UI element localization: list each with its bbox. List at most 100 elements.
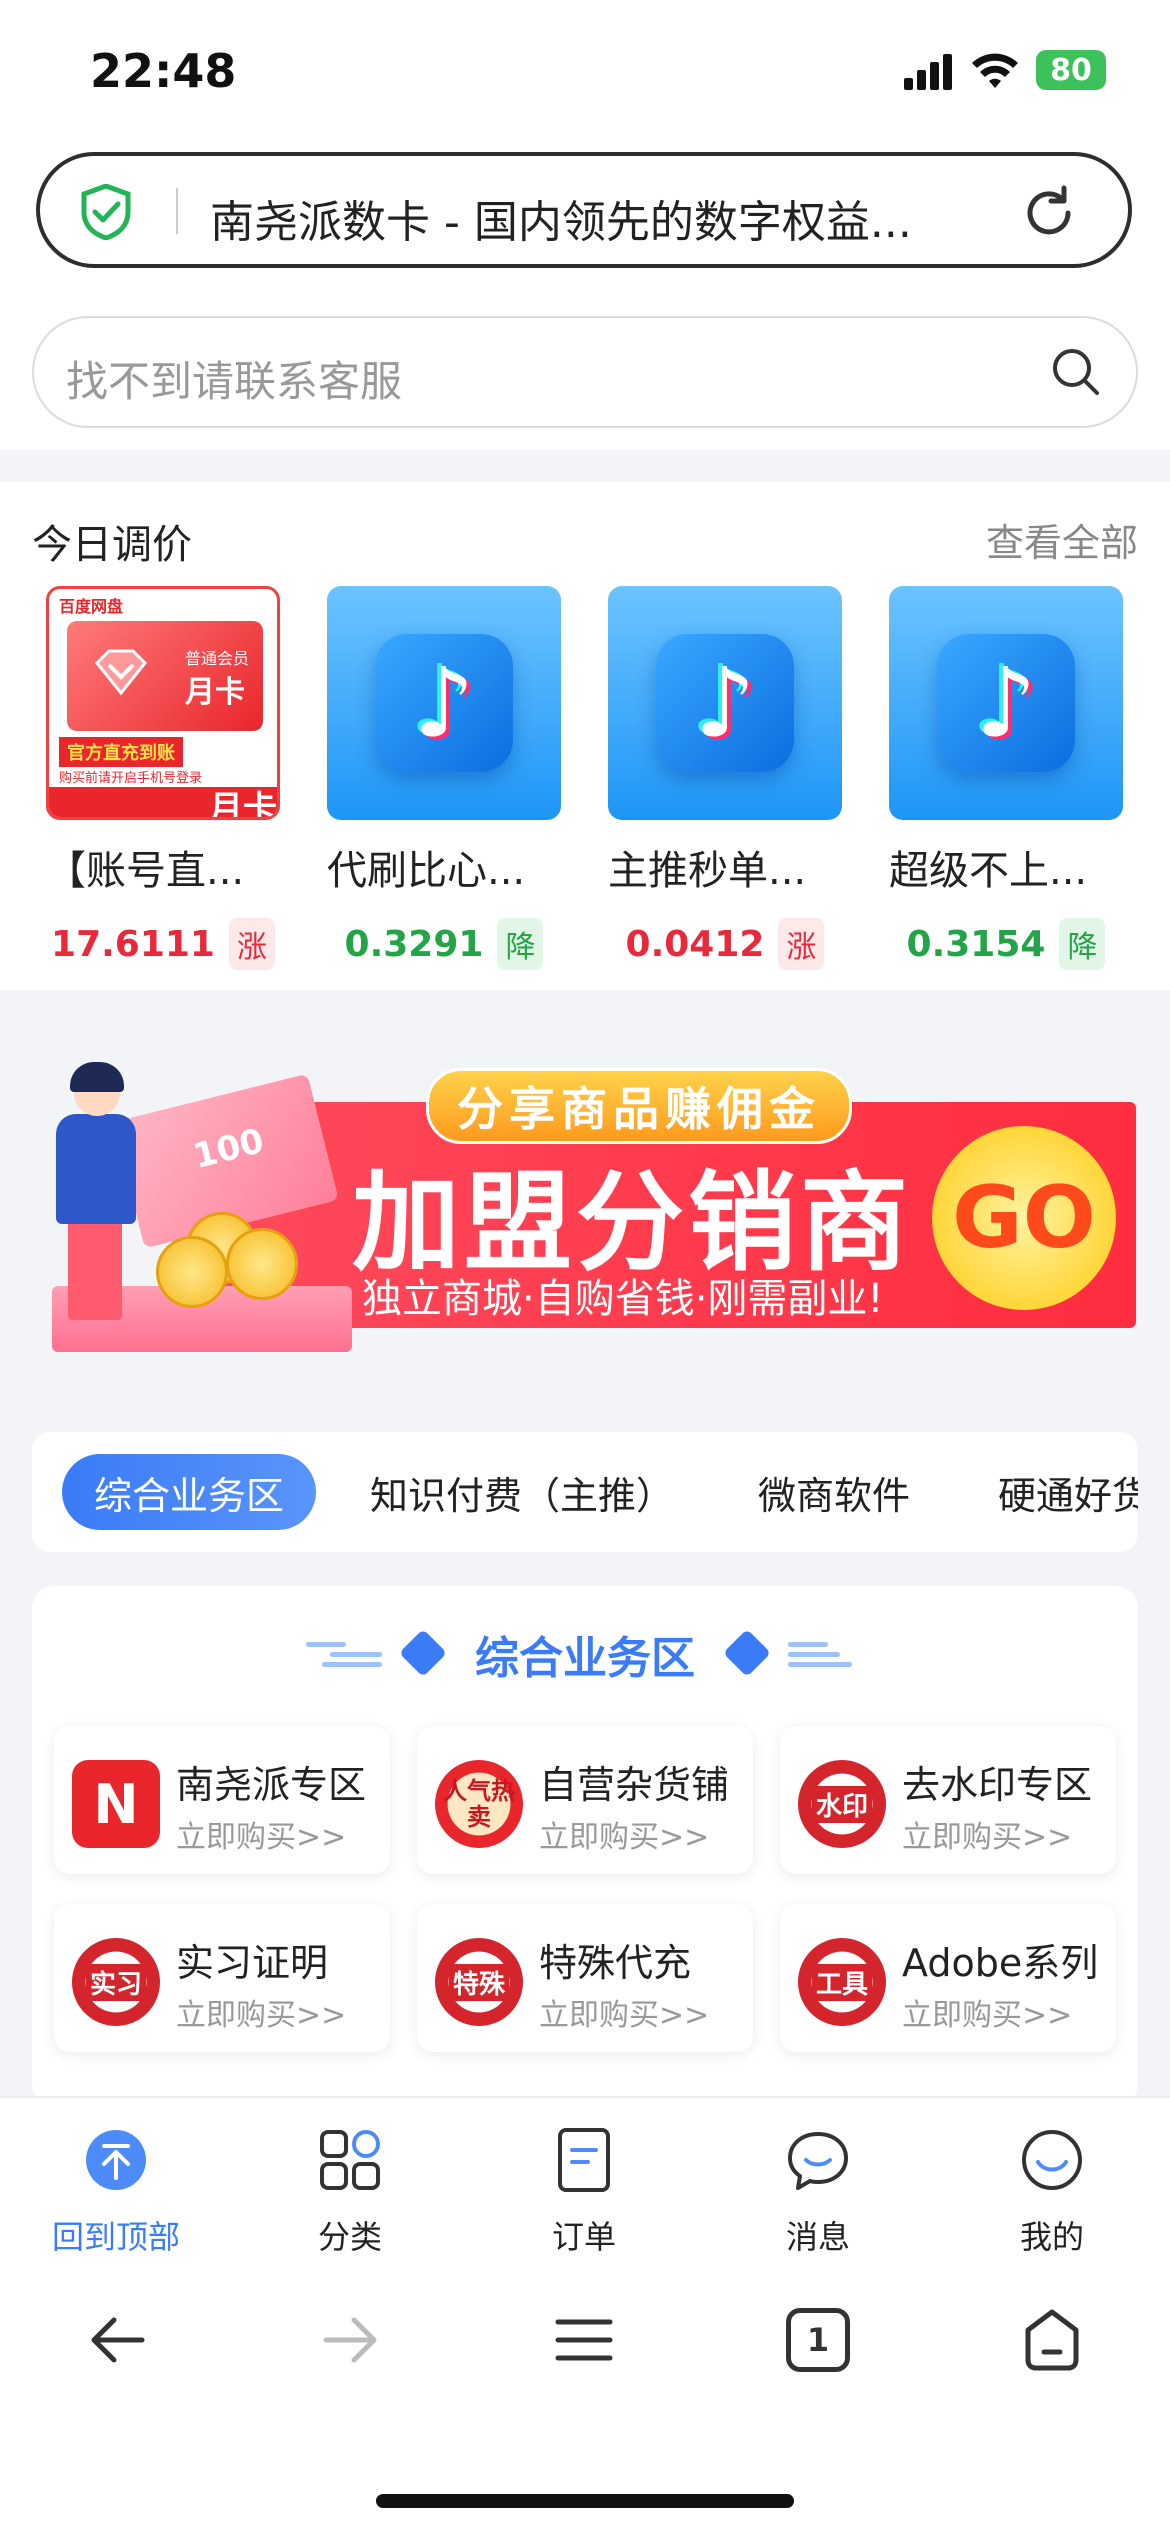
price-value: 0.0412 xyxy=(625,923,765,965)
trend-badge: 降 xyxy=(497,918,544,970)
section-title: 今日调价 xyxy=(32,522,192,568)
card-face: 普通会员 月卡 xyxy=(67,621,263,731)
services-panel: 综合业务区 N 南尧派专区 立即购买>> 人气热卖 自营杂货铺 立即购买>> 水… xyxy=(32,1586,1138,2106)
card-note: 购买前请开启手机号登录 xyxy=(59,771,203,786)
price-row: 0.3291 降 xyxy=(327,918,561,970)
member-label: 月卡 xyxy=(185,675,245,710)
tiktok-logo-icon: ♪ xyxy=(375,634,513,772)
nanyaopai-logo-icon: N xyxy=(72,1760,160,1848)
product-name: 主推秒单... xyxy=(608,848,807,894)
tab-knowledge[interactable]: 知识付费（主推） xyxy=(370,1432,674,1552)
service-name: 实习证明 xyxy=(176,1941,329,1985)
service-item[interactable]: N 南尧派专区 立即购买>> xyxy=(54,1726,390,1874)
coin-icon xyxy=(156,1236,228,1308)
product-image: ♪ xyxy=(327,586,561,820)
person-illustration xyxy=(56,1114,136,1224)
price-value: 17.6111 xyxy=(51,923,215,965)
back-arrow-icon[interactable] xyxy=(86,2308,150,2372)
price-value: 0.3154 xyxy=(906,923,1046,965)
ribbon: 官方直充到账 xyxy=(59,737,183,767)
nav-label: 回到顶部 xyxy=(51,2218,180,2256)
shield-check-icon xyxy=(81,184,131,240)
service-name: Adobe系列 xyxy=(902,1941,1099,1985)
tabs-count-button[interactable]: 1 xyxy=(786,2308,850,2372)
address-bar[interactable]: 南尧派数卡 - 国内领先的数字权益... xyxy=(36,152,1132,268)
buy-now-link[interactable]: 立即购买>> xyxy=(902,1990,1072,2034)
search-placeholder: 找不到请联系客服 xyxy=(66,357,403,406)
coin-icon xyxy=(226,1228,298,1300)
nav-orders[interactable]: 订单 xyxy=(484,2128,684,2258)
trend-badge: 涨 xyxy=(228,918,275,970)
nav-back-to-top[interactable]: 回到顶部 xyxy=(16,2128,216,2258)
forward-arrow-icon[interactable] xyxy=(318,2308,382,2372)
banner-subtitle: 独立商城·自购省钱·刚需副业! xyxy=(362,1276,884,1322)
badge-text: 实习 xyxy=(85,1963,146,2001)
watermark-badge-icon: 水印 xyxy=(798,1760,886,1848)
service-name: 自营杂货铺 xyxy=(539,1763,730,1807)
price-card[interactable]: ♪ 主推秒单... 0.0412 涨 xyxy=(608,586,842,970)
tools-badge-icon: 工具 xyxy=(798,1938,886,2026)
price-card[interactable]: 百度网盘 普通会员 月卡 官方直充到账 购买前请开启手机号登录 月卡 【账号直.… xyxy=(46,586,280,970)
nav-label: 分类 xyxy=(317,2218,382,2256)
service-item[interactable]: 实习 实习证明 立即购买>> xyxy=(54,1904,390,2052)
cellular-signal-icon xyxy=(904,54,952,90)
category-icon xyxy=(320,2130,380,2190)
product-name: 超级不上... xyxy=(889,848,1088,894)
title-decoration xyxy=(788,1642,828,1647)
service-name: 去水印专区 xyxy=(902,1763,1093,1807)
home-indicator xyxy=(376,2494,794,2508)
title-decoration xyxy=(788,1652,840,1657)
banner-pill: 分享商品赚佣金 xyxy=(426,1068,852,1144)
distributor-banner[interactable]: 100 分享商品赚佣金 加盟分销商 独立商城·自购省钱·刚需副业! GO xyxy=(36,1036,1136,1366)
price-card[interactable]: ♪ 超级不上... 0.3154 降 xyxy=(889,586,1123,970)
price-value: 0.3291 xyxy=(344,923,484,965)
nav-profile[interactable]: 我的 xyxy=(952,2128,1152,2258)
service-item[interactable]: 特殊 特殊代充 立即购买>> xyxy=(417,1904,753,2052)
back-to-top-icon xyxy=(86,2130,146,2190)
price-row: 17.6111 涨 xyxy=(46,918,280,970)
buy-now-link[interactable]: 立即购买>> xyxy=(176,1812,346,1856)
money-label: 100 xyxy=(189,1121,268,1177)
service-item[interactable]: 水印 去水印专区 立即购买>> xyxy=(780,1726,1116,1874)
wifi-icon xyxy=(972,53,1018,88)
price-card[interactable]: ♪ 代刷比心... 0.3291 降 xyxy=(327,586,561,970)
order-icon xyxy=(558,2128,610,2192)
search-icon[interactable] xyxy=(1050,346,1102,398)
tab-wechat-software[interactable]: 微商软件 xyxy=(758,1432,910,1552)
badge-text: 水印 xyxy=(811,1785,872,1823)
home-icon[interactable] xyxy=(1020,2308,1084,2372)
category-tabs: 综合业务区 知识付费（主推） 微商软件 硬通好货 xyxy=(32,1432,1138,1552)
tab-general[interactable]: 综合业务区 xyxy=(62,1454,317,1530)
buy-now-link[interactable]: 立即购买>> xyxy=(539,1812,709,1856)
menu-icon[interactable] xyxy=(552,2308,616,2372)
buy-now-link[interactable]: 立即购买>> xyxy=(176,1990,346,2034)
baidu-brand: 百度网盘 xyxy=(59,597,124,616)
services-title: 综合业务区 xyxy=(475,1633,695,1684)
view-all-link[interactable]: 查看全部 xyxy=(986,512,1138,567)
tiktok-logo-icon: ♪ xyxy=(656,634,794,772)
product-name: 【账号直... xyxy=(46,848,245,894)
internship-badge-icon: 实习 xyxy=(72,1938,160,2026)
tab-hard-goods[interactable]: 硬通好货 xyxy=(998,1432,1138,1552)
buy-now-link[interactable]: 立即购买>> xyxy=(539,1990,709,2034)
reload-icon[interactable] xyxy=(1020,184,1078,242)
buy-now-link[interactable]: 立即购买>> xyxy=(902,1812,1072,1856)
nav-label: 订单 xyxy=(551,2218,616,2256)
service-item[interactable]: 工具 Adobe系列 立即购买>> xyxy=(780,1904,1116,2052)
diamond-icon xyxy=(94,649,148,696)
go-button[interactable]: GO xyxy=(932,1126,1116,1310)
nav-messages[interactable]: 消息 xyxy=(718,2128,918,2258)
badge-text: 工具 xyxy=(811,1963,872,2001)
nav-category[interactable]: 分类 xyxy=(250,2128,450,2258)
nav-label: 我的 xyxy=(1019,2218,1084,2256)
person-illustration xyxy=(68,1220,122,1320)
message-icon xyxy=(788,2132,848,2190)
price-row: 0.3154 降 xyxy=(889,918,1123,970)
page-title[interactable]: 南尧派数卡 - 国内领先的数字权益... xyxy=(210,186,1010,250)
status-bar: 22:48 80 xyxy=(0,0,1170,140)
profile-icon xyxy=(1022,2130,1082,2190)
footer-label: 月卡 xyxy=(209,789,277,820)
title-decoration xyxy=(788,1662,852,1667)
service-item[interactable]: 人气热卖 自营杂货铺 立即购买>> xyxy=(417,1726,753,1874)
search-input[interactable]: 找不到请联系客服 xyxy=(32,316,1138,428)
